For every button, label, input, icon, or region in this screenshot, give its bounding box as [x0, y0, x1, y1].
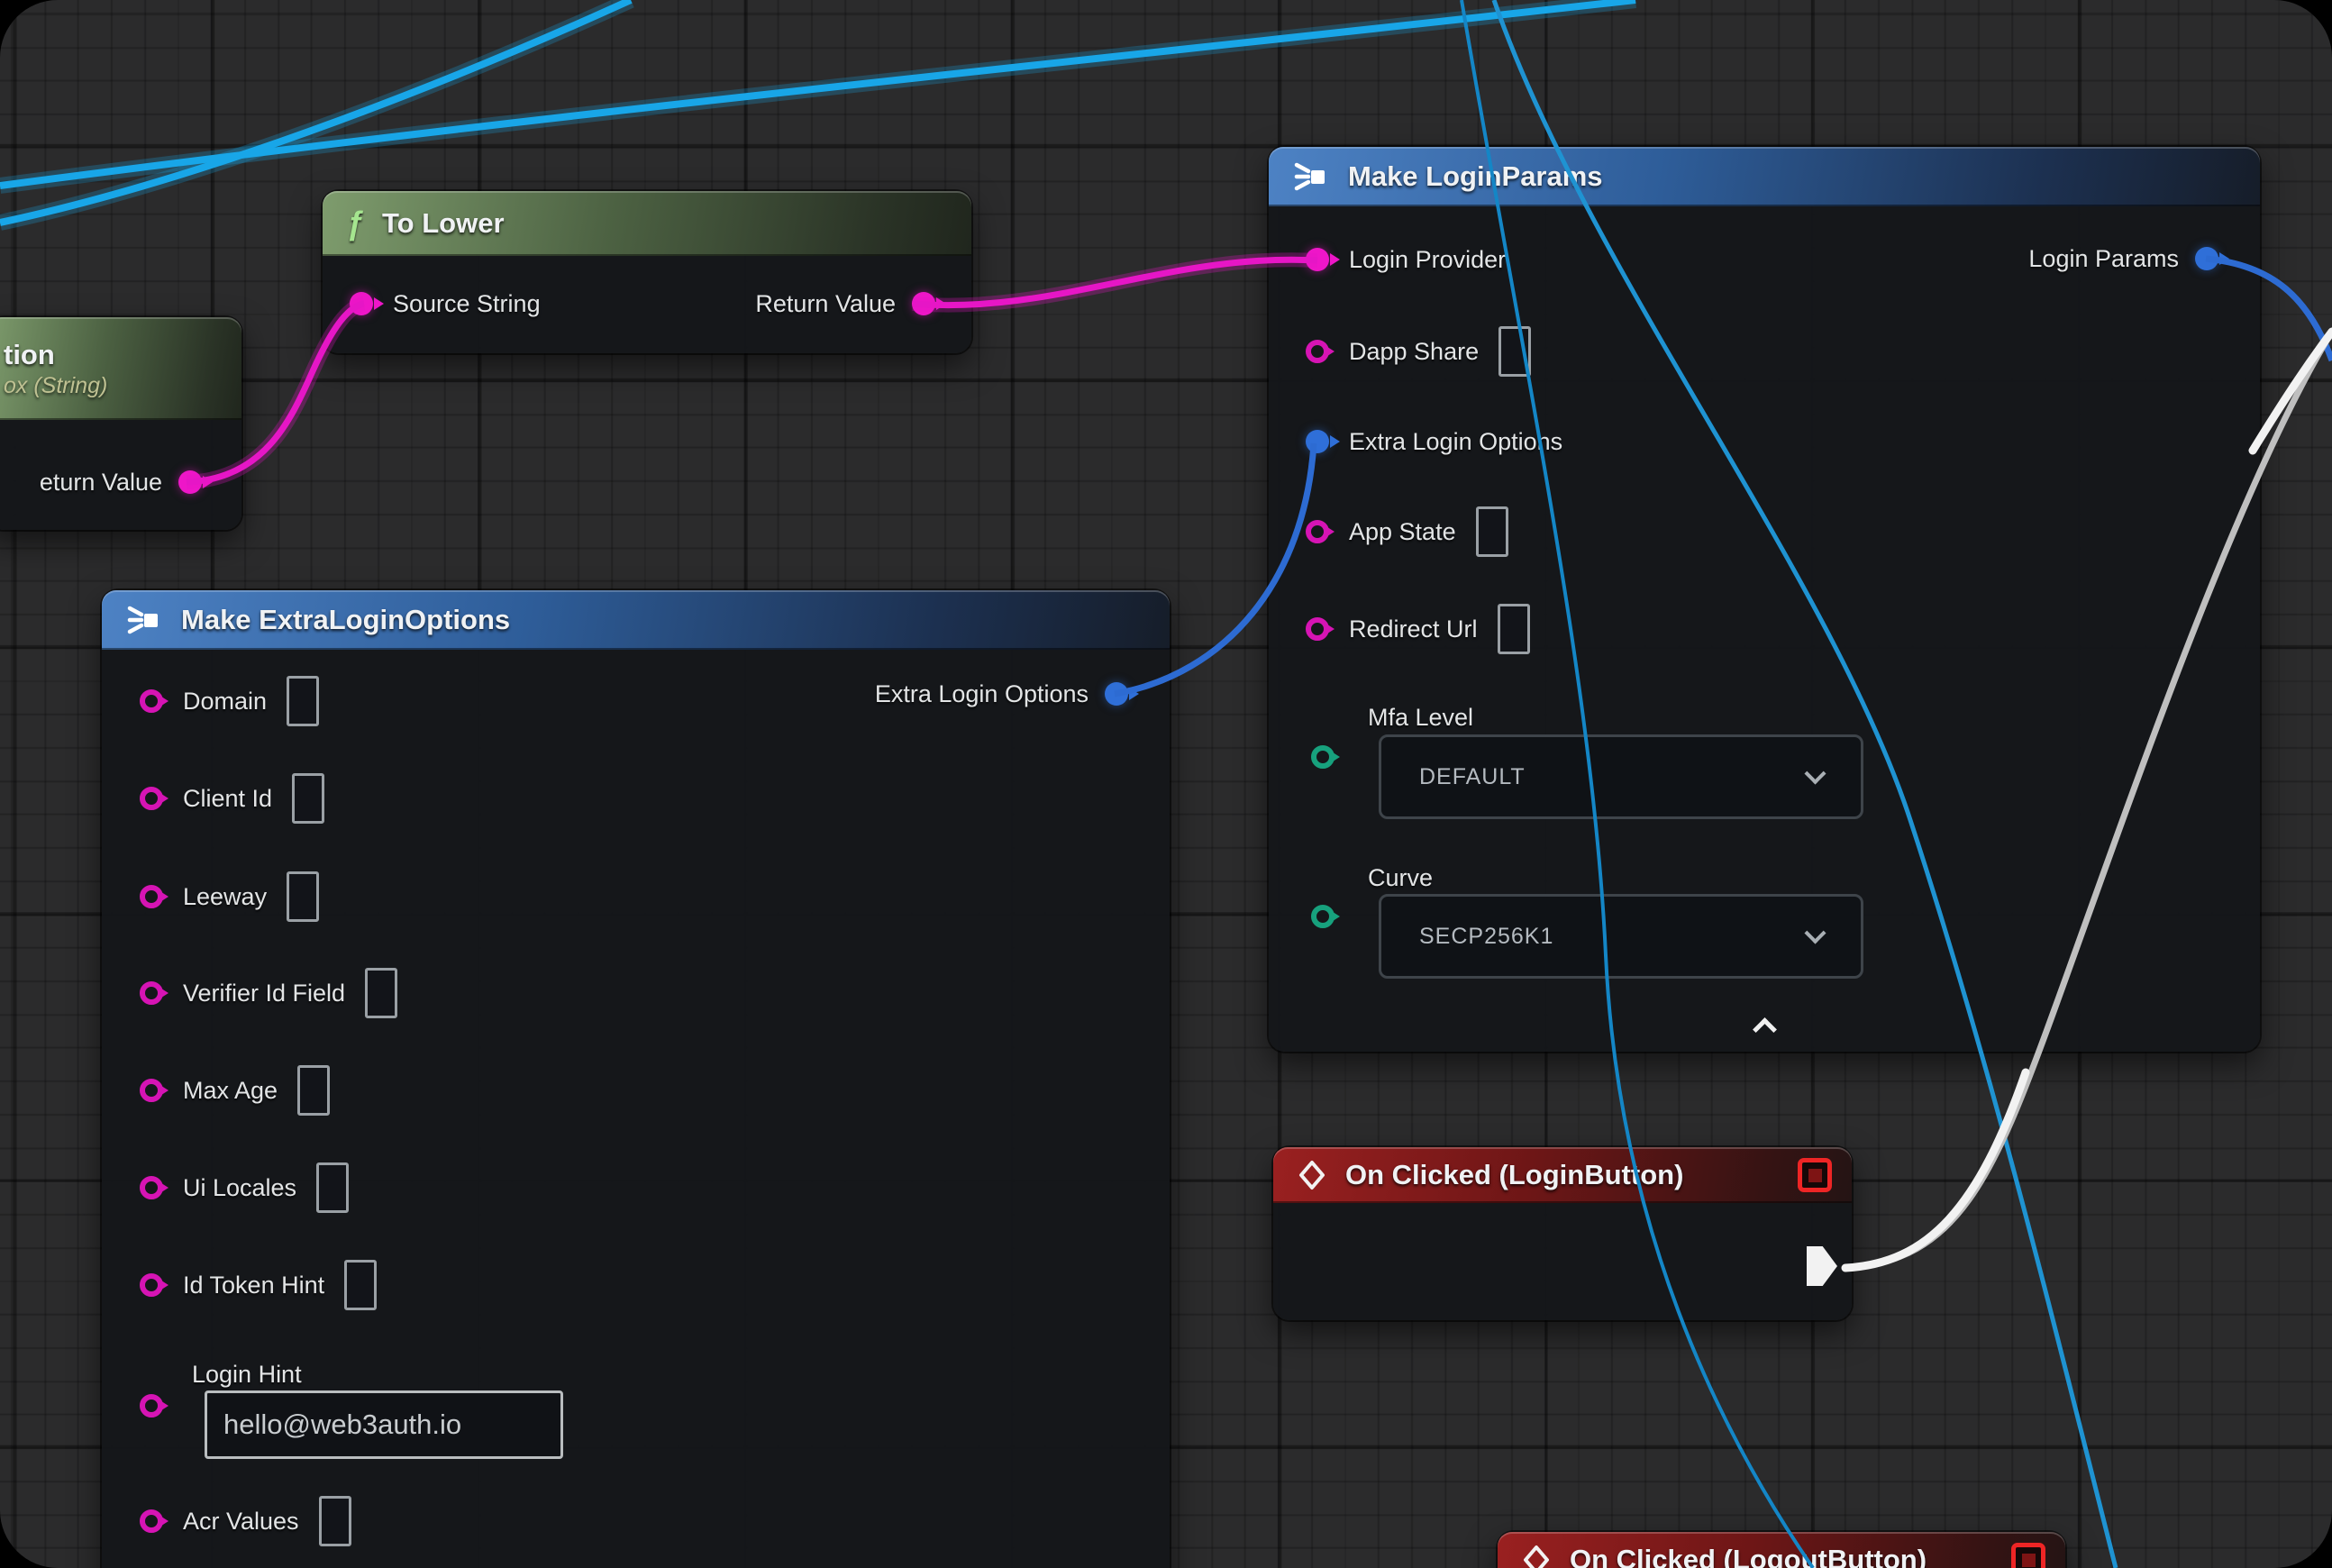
input-pin-string[interactable] [140, 981, 163, 1005]
event-diamond-icon [1297, 1160, 1327, 1190]
node-partial-function-header: tion ox (String) [0, 317, 241, 420]
node-on-clicked-logout-button[interactable]: On Clicked (LogoutButton) [1498, 1532, 2065, 1568]
pin-row-dapp-share: Dapp Share [1306, 323, 1531, 380]
bound-event-indicator-icon [2011, 1543, 2045, 1568]
input-pin-string[interactable] [140, 1079, 163, 1102]
input-pin-string[interactable] [1306, 617, 1329, 641]
event-diamond-icon [1521, 1545, 1552, 1568]
make-struct-icon [1292, 160, 1330, 193]
pin-row-client-id: Client Id [140, 770, 324, 827]
pin-row-ui-locales: Ui Locales [140, 1159, 349, 1217]
client-id-field[interactable] [292, 773, 324, 824]
pin-row-leeway: Leeway [140, 868, 319, 925]
node-make-extra-login-options[interactable]: Make ExtraLoginOptions Domain Client Id … [102, 590, 1170, 1568]
node-mlp-header: Make LoginParams [1269, 147, 2260, 206]
mfa-level-label: Mfa Level [1368, 704, 1473, 732]
acr-values-field[interactable] [319, 1496, 351, 1546]
event-header: On Clicked (LogoutButton) [1498, 1532, 2065, 1568]
ui-locales-field[interactable] [316, 1162, 349, 1213]
blueprint-graph-canvas[interactable]: tion ox (String) eturn Value ƒ To Lower … [0, 0, 2332, 1568]
node-to-lower[interactable]: ƒ To Lower Source String Return Value [323, 191, 971, 353]
id-token-hint-field[interactable] [344, 1260, 377, 1310]
input-pin-string[interactable] [140, 787, 163, 810]
node-title: Make ExtraLoginOptions [181, 604, 510, 636]
input-pin-string[interactable] [140, 1509, 163, 1533]
input-pin-struct[interactable] [1306, 430, 1329, 453]
input-pin-string[interactable] [140, 1176, 163, 1199]
mfa-level-value: DEFAULT [1419, 764, 1526, 790]
input-pin-enum[interactable] [1311, 905, 1335, 928]
node-subtitle: ox (String) [4, 373, 107, 399]
node-title: On Clicked (LogoutButton) [1570, 1544, 1927, 1568]
wire-exec-bright-far [2253, 332, 2332, 451]
node-on-clicked-login-button[interactable]: On Clicked (LoginButton) [1273, 1147, 1852, 1320]
chevron-down-icon [1804, 922, 1826, 944]
pin-row-domain: Domain [140, 672, 319, 730]
input-pin-string[interactable] [140, 689, 163, 713]
pin-row-return-value: eturn Value [40, 453, 202, 511]
pin-row-acr-values: Acr Values [140, 1492, 351, 1550]
node-melo-header: Make ExtraLoginOptions [102, 590, 1170, 650]
app-state-field[interactable] [1476, 506, 1508, 557]
wire-cyan-glow [0, 0, 631, 223]
node-to-lower-header: ƒ To Lower [323, 191, 971, 256]
function-icon: ƒ [346, 205, 364, 242]
mfa-level-dropdown[interactable]: DEFAULT [1379, 734, 1863, 819]
domain-field[interactable] [287, 676, 319, 726]
redirect-url-field[interactable] [1498, 604, 1530, 654]
curve-dropdown[interactable]: SECP256K1 [1379, 894, 1863, 979]
input-pin-enum[interactable] [1311, 745, 1335, 769]
curve-label: Curve [1368, 864, 1433, 892]
verifier-id-field[interactable] [365, 968, 397, 1018]
login-hint-input[interactable] [205, 1390, 563, 1459]
node-title: tion [4, 339, 55, 371]
pin-row-id-token-hint: Id Token Hint [140, 1256, 377, 1314]
collapse-pins-chevron-icon[interactable] [1751, 1017, 1778, 1035]
pin-row-login-params-out: Login Params [2028, 230, 2218, 287]
pin-row-app-state: App State [1306, 503, 1508, 561]
node-partial-function[interactable]: tion ox (String) eturn Value [0, 317, 241, 530]
input-pin-string[interactable] [1306, 340, 1329, 363]
pin-row-redirect-url: Redirect Url [1306, 600, 1530, 658]
leeway-field[interactable] [287, 871, 319, 922]
node-title: To Lower [382, 207, 504, 240]
make-struct-icon [125, 604, 163, 636]
curve-value: SECP256K1 [1419, 924, 1553, 950]
login-hint-label: Login Hint [192, 1361, 302, 1389]
input-pin-string[interactable] [140, 885, 163, 908]
event-header: On Clicked (LoginButton) [1273, 1147, 1852, 1203]
pin-row-max-age: Max Age [140, 1062, 330, 1119]
max-age-field[interactable] [297, 1065, 330, 1116]
input-pin-string[interactable] [140, 1273, 163, 1297]
input-pin-string[interactable] [1306, 520, 1329, 543]
pin-row-return-value: Return Value [755, 275, 935, 333]
pin-row-verifier-id-field: Verifier Id Field [140, 964, 397, 1022]
input-pin-string[interactable] [140, 1394, 163, 1418]
bound-event-indicator-icon [1798, 1158, 1832, 1192]
pin-row-source-string: Source String [350, 275, 541, 333]
exec-output-pin[interactable] [1807, 1246, 1837, 1286]
node-make-login-params[interactable]: Make LoginParams Login Provider Dapp Sha… [1269, 147, 2260, 1052]
chevron-down-icon [1804, 762, 1826, 784]
pin-row-extra-login-options-out: Extra Login Options [875, 665, 1128, 723]
pin-row-extra-login-options-in: Extra Login Options [1306, 413, 1562, 470]
pin-row-login-provider: Login Provider [1306, 231, 1506, 288]
